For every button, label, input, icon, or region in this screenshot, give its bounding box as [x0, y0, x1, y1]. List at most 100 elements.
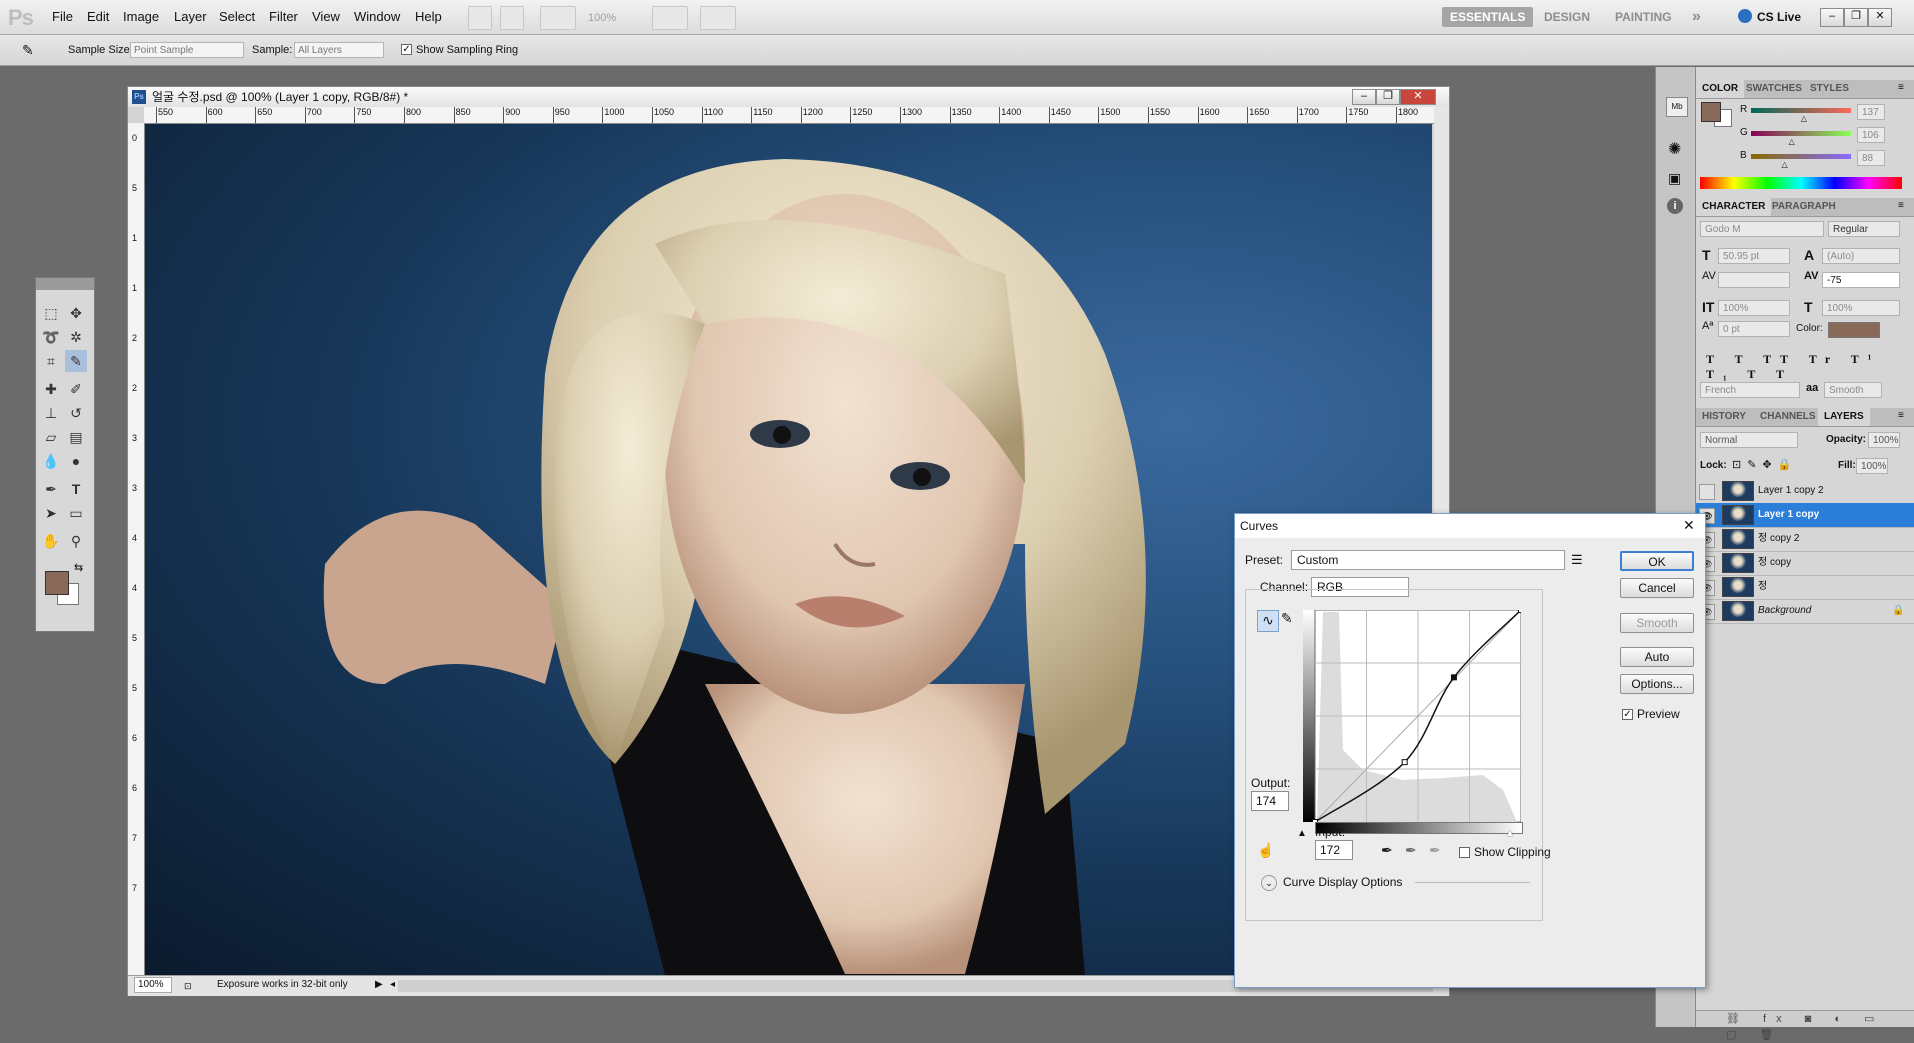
toolbox-header[interactable] — [36, 278, 94, 290]
g-slider[interactable] — [1751, 131, 1851, 136]
horizontal-ruler[interactable]: 550 600 650 700 750 800 850 900 950 1000 1050 1100 1… — [144, 107, 1434, 124]
path-select-tool-icon[interactable]: ➤ — [40, 502, 62, 524]
lasso-tool-icon[interactable]: ➰ — [40, 326, 62, 348]
auto-button[interactable]: Auto — [1620, 647, 1694, 667]
tab-styles[interactable]: STYLES — [1804, 80, 1855, 98]
quick-select-tool-icon[interactable]: ✲ — [65, 326, 87, 348]
vertical-scale-field[interactable]: 100% — [1718, 300, 1790, 316]
opacity-field[interactable]: 100% — [1868, 432, 1900, 448]
mini-bridge-icon[interactable]: Mb — [1666, 97, 1688, 117]
workspace-essentials[interactable]: ESSENTIALS — [1442, 7, 1534, 27]
curve-graph[interactable] — [1303, 610, 1521, 822]
vertical-ruler[interactable]: 0 5 1 1 2 2 3 3 4 4 5 5 6 6 7 7 — [128, 123, 145, 975]
layer-row[interactable]: 👁 정 copy 2 — [1696, 527, 1914, 552]
r-slider-handle[interactable]: △ — [1801, 114, 1807, 123]
menu-select[interactable]: Select — [219, 9, 255, 24]
white-eyedropper-icon[interactable]: ✒ — [1429, 842, 1441, 859]
workspace-painting[interactable]: PAINTING — [1607, 7, 1679, 27]
g-value[interactable]: 106 — [1857, 127, 1885, 143]
font-size-field[interactable]: 50.95 pt — [1718, 248, 1790, 264]
expand-display-options-icon[interactable]: ⌄ — [1261, 875, 1277, 891]
curves-title-bar[interactable]: Curves ✕ — [1235, 514, 1705, 538]
menu-view[interactable]: View — [312, 9, 340, 24]
minimize-icon[interactable]: – — [1820, 8, 1844, 27]
move-tool-icon[interactable]: ✥ — [65, 302, 87, 324]
menu-image[interactable]: Image — [123, 9, 159, 24]
menu-window[interactable]: Window — [354, 9, 400, 24]
eyedropper-icon[interactable]: ✎ — [22, 42, 34, 59]
kerning-field[interactable] — [1718, 272, 1790, 288]
brushes-icon[interactable]: ✺ — [1668, 139, 1681, 159]
type-tool-icon[interactable]: T — [65, 478, 87, 500]
tab-paragraph[interactable]: PARAGRAPH — [1766, 198, 1842, 216]
cs-live-button[interactable]: CS Live — [1757, 10, 1801, 24]
workspace-more[interactable]: » — [1684, 7, 1709, 27]
curve-control-point[interactable] — [1518, 610, 1522, 613]
antialias-select[interactable]: Smooth — [1824, 382, 1882, 398]
sample-size-select[interactable]: Point Sample — [130, 42, 244, 58]
layer-row[interactable]: Layer 1 copy 2 — [1696, 479, 1914, 504]
sample-select[interactable]: All Layers — [294, 42, 384, 58]
curves-close-icon[interactable]: ✕ — [1683, 517, 1695, 534]
output-field[interactable]: 174 — [1251, 791, 1289, 811]
doc-close-icon[interactable]: ✕ — [1400, 89, 1436, 105]
menu-help[interactable]: Help — [415, 9, 442, 24]
show-sampling-ring-checkbox[interactable]: ✓ — [401, 44, 412, 55]
color-panel-menu-icon[interactable]: ≡ — [1898, 82, 1904, 93]
blend-mode-select[interactable]: Normal — [1700, 432, 1798, 448]
black-eyedropper-icon[interactable]: ✒ — [1381, 842, 1393, 859]
swap-colors-icon[interactable]: ⇆ — [74, 561, 83, 574]
menu-layer[interactable]: Layer — [174, 9, 207, 24]
color-fg-swatch[interactable] — [1701, 102, 1721, 122]
curve-control-point[interactable] — [1450, 674, 1457, 681]
screen-mode-button[interactable] — [700, 6, 736, 30]
marquee-tool-icon[interactable]: ⬚ — [40, 302, 62, 324]
curve-display-options-label[interactable]: Curve Display Options — [1283, 875, 1402, 889]
text-style-buttons[interactable]: T T TT Tr T¹ T₁ T T — [1706, 352, 1914, 382]
eraser-tool-icon[interactable]: ▱ — [40, 426, 62, 448]
leading-field[interactable]: (Auto) — [1822, 248, 1900, 264]
tab-color[interactable]: COLOR — [1696, 80, 1745, 98]
smooth-button[interactable]: Smooth — [1620, 613, 1694, 633]
b-value[interactable]: 88 — [1857, 150, 1885, 166]
show-clipping-checkbox[interactable] — [1459, 847, 1470, 858]
layer-row[interactable]: 👁 정 — [1696, 575, 1914, 600]
menu-edit[interactable]: Edit — [87, 9, 109, 24]
info-icon[interactable]: i — [1667, 198, 1683, 214]
layer-visibility-eye-icon[interactable] — [1699, 484, 1715, 500]
tracking-field[interactable]: -75 — [1822, 272, 1900, 288]
character-panel-menu-icon[interactable]: ≡ — [1898, 200, 1904, 211]
layer-row[interactable]: 👁 Background 🔒 — [1696, 599, 1914, 624]
gradient-tool-icon[interactable]: ▤ — [65, 426, 87, 448]
hand-tool-icon[interactable]: ✋ — [40, 530, 62, 552]
navigator-icon[interactable]: ▣ — [1668, 170, 1681, 187]
layers-bottom-toolbar-icons[interactable]: ⛓ fx ◙ ◐ ▭ ▢ 🗑 — [1696, 1010, 1914, 1041]
font-family-select[interactable]: Godo M — [1700, 221, 1824, 237]
curve-control-point[interactable] — [1401, 759, 1408, 766]
doc-minimize-icon[interactable]: – — [1352, 89, 1376, 105]
shape-tool-icon[interactable]: ▭ — [65, 502, 87, 524]
document-title-bar[interactable]: Ps 얼굴 수정.psd @ 100% (Layer 1 copy, RGB/8… — [128, 87, 1449, 107]
gray-eyedropper-icon[interactable]: ✒ — [1405, 842, 1417, 859]
zoom-level[interactable]: 100% — [588, 12, 616, 24]
input-field[interactable]: 172 — [1315, 840, 1353, 860]
restore-icon[interactable]: ❐ — [1844, 8, 1868, 27]
crop-tool-icon[interactable]: ⌗ — [40, 350, 62, 372]
dodge-tool-icon[interactable]: ● — [65, 450, 87, 472]
doc-restore-icon[interactable]: ❐ — [1376, 89, 1400, 105]
curve-edit-icon[interactable]: ∿ — [1257, 610, 1279, 632]
healing-tool-icon[interactable]: ✚ — [40, 378, 62, 400]
layers-panel-menu-icon[interactable]: ≡ — [1898, 410, 1904, 421]
tab-swatches[interactable]: SWATCHES — [1740, 80, 1808, 98]
black-point-slider-icon[interactable]: ▲ — [1297, 828, 1307, 839]
white-point-slider-icon[interactable]: ▲ — [1505, 828, 1515, 839]
mini-bridge-button[interactable] — [500, 6, 524, 30]
menu-file[interactable]: File — [52, 9, 73, 24]
r-value[interactable]: 137 — [1857, 104, 1885, 120]
text-color-swatch[interactable] — [1828, 322, 1880, 338]
cancel-button[interactable]: Cancel — [1620, 578, 1694, 598]
pen-tool-icon[interactable]: ✒ — [40, 478, 62, 500]
ok-button[interactable]: OK — [1620, 551, 1694, 571]
scroll-left-icon[interactable]: ◂ — [390, 976, 395, 994]
bridge-button[interactable] — [468, 6, 492, 30]
